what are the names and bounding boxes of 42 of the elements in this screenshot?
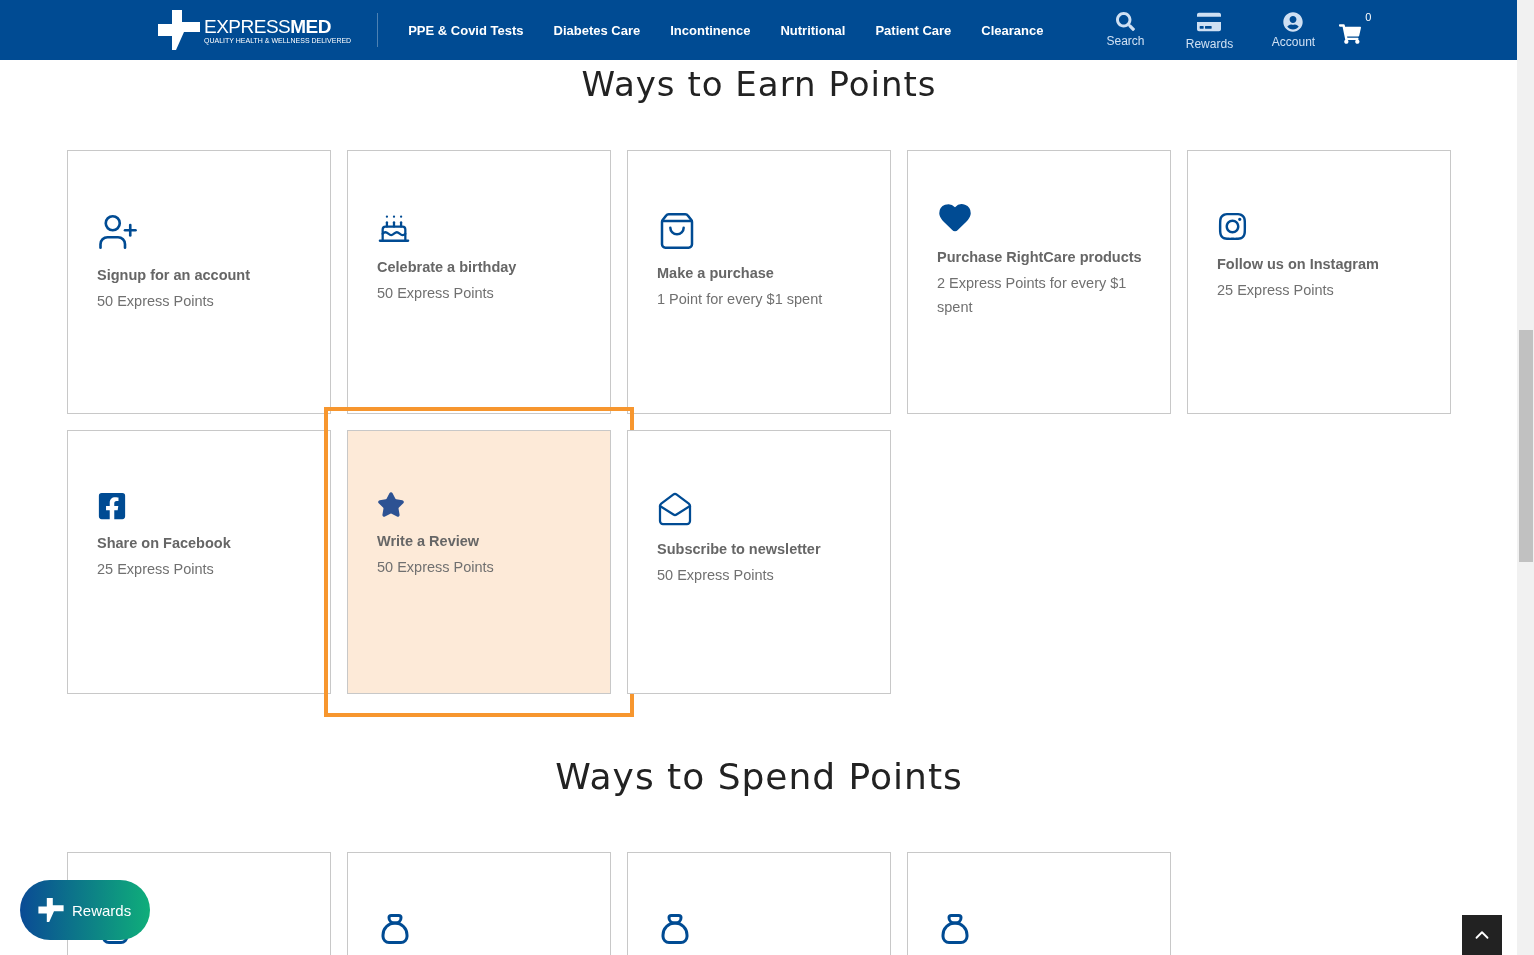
nav-link[interactable]: Incontinence: [670, 22, 751, 38]
rewards-button[interactable]: Rewards: [20, 880, 150, 940]
section-heading: Ways to Earn Points: [580, 64, 938, 104]
back-to-top-button[interactable]: [1462, 915, 1502, 955]
account-icon: [1283, 11, 1304, 32]
cart-icon: [1339, 22, 1362, 45]
nav-link[interactable]: Nutritional: [780, 22, 846, 38]
card-title: Signup for an account: [97, 267, 252, 283]
envelope-icon: [657, 491, 693, 527]
card-title: Purchase RightCare products: [937, 249, 1143, 265]
card-title: Follow us on Instagram: [1217, 256, 1380, 272]
nav-link[interactable]: PPE & Covid Tests: [408, 22, 524, 38]
nav-link[interactable]: Clearance: [981, 22, 1044, 38]
card-points: 50 Express Points: [97, 292, 215, 311]
logo-text: EXPRESSMED: [204, 16, 332, 37]
card-title: Celebrate a birthday: [377, 259, 518, 275]
card-title: Write a Review: [377, 533, 481, 549]
star-icon: [377, 491, 405, 519]
nav-link[interactable]: Patient Care: [875, 22, 952, 38]
card-points: 1 Point for every $1 spent: [657, 290, 824, 309]
cart-count: 0: [1365, 10, 1372, 23]
card-title: Share on Facebook: [97, 535, 232, 551]
header-action[interactable]: Search: [1083, 12, 1168, 48]
search-icon: [1115, 12, 1135, 31]
card-title: Make a purchase: [657, 265, 775, 281]
instagram-icon: [1217, 211, 1248, 242]
cart-button[interactable]: 0: [1335, 10, 1374, 50]
section-heading: Ways to Spend Points: [554, 756, 964, 797]
card-points: 2 Express Points for every $1 spent: [937, 274, 1128, 317]
card-points: 50 Express Points: [377, 558, 495, 577]
header-action[interactable]: Account: [1251, 11, 1336, 49]
card-points: 25 Express Points: [1217, 281, 1335, 300]
scrollbar[interactable]: [1517, 0, 1534, 955]
header-action[interactable]: Rewards: [1167, 9, 1252, 51]
card-title: Subscribe to newsletter: [657, 541, 822, 557]
logo-icon: [158, 10, 200, 50]
card-points: 50 Express Points: [377, 284, 495, 303]
logo-icon: [38, 898, 64, 922]
facebook-icon: [97, 491, 127, 521]
card-points: 25 Express Points: [97, 560, 215, 579]
nav-link[interactable]: Diabetes Care: [553, 22, 641, 38]
card-points: 50 Express Points: [657, 566, 775, 585]
